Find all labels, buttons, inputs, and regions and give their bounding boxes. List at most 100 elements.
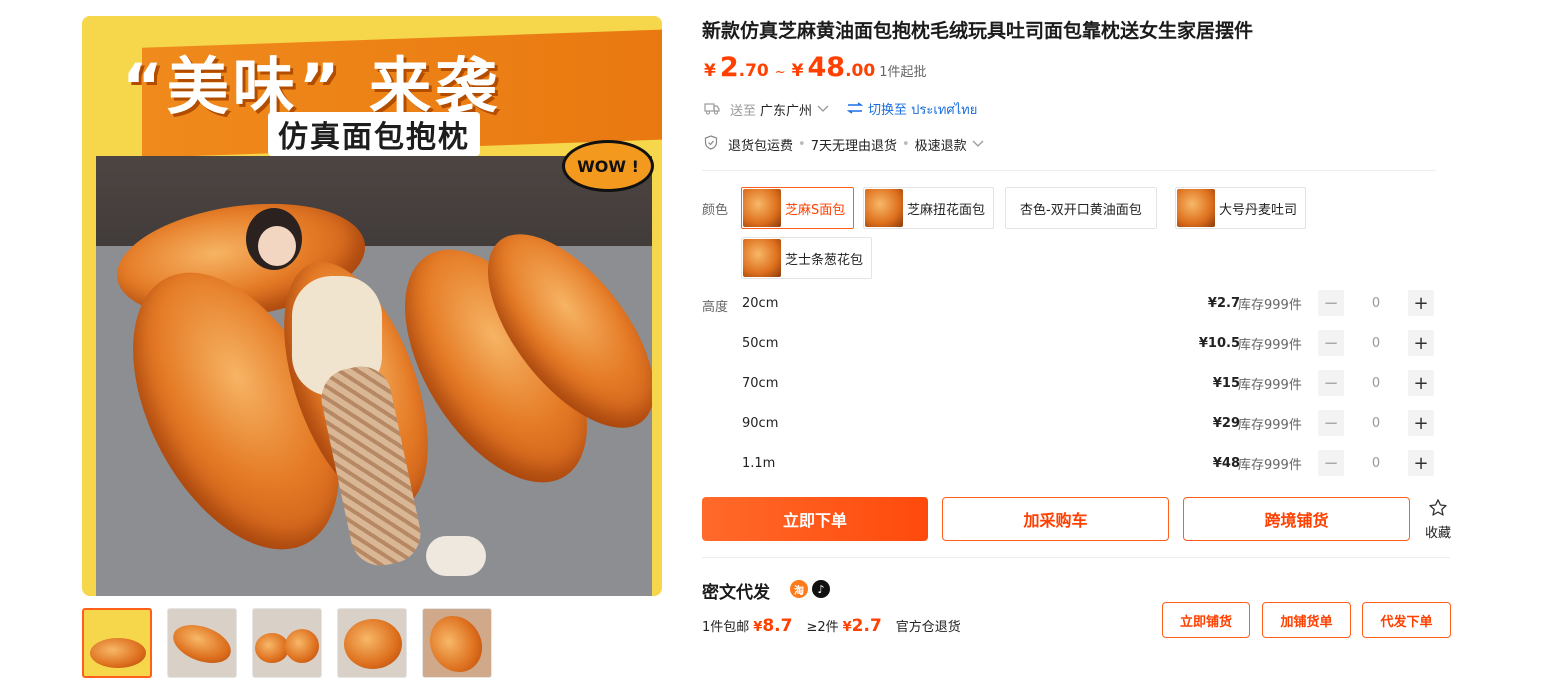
option-thumbnail [743, 189, 781, 227]
ship-location[interactable]: 广东广州 [760, 100, 812, 119]
price-range: ¥ 2 .70 ~ ¥ 48 .00 1件起批 [704, 52, 927, 83]
service-item: 退货包运费 [728, 139, 794, 154]
buy-now-button[interactable]: 立即下单 [702, 497, 928, 541]
add-to-cart-button[interactable]: 加采购车 [942, 497, 1169, 541]
two-piece-label: ≥2件 [806, 620, 839, 635]
cross-border-button[interactable]: 跨境铺货 [1183, 497, 1410, 541]
favorite-button[interactable]: 收藏 [1420, 498, 1456, 541]
sku-row: 1.1m ¥48 库存999件 − 0 + [742, 450, 1436, 476]
quantity-input[interactable]: 0 [1344, 376, 1408, 391]
taobao-icon: 淘 [790, 580, 808, 598]
dropship-price-row: 1件包邮 ¥8.7 ≥2件 ¥2.7 官方仓退货 [702, 616, 961, 636]
price-max-dec: .00 [845, 61, 876, 81]
image-banner-subtitle: 仿真面包抱枕 [268, 112, 480, 156]
thumbnail-5[interactable] [422, 608, 492, 678]
sku-name: 50cm [742, 335, 779, 351]
option-thumbnail [743, 239, 781, 277]
product-photo-scene [96, 156, 652, 596]
service-row: 退货包运费 • 7天无理由退货 • 极速退款 [704, 135, 984, 154]
sku-stock: 库存999件 [1238, 417, 1302, 433]
minus-button[interactable]: − [1318, 370, 1344, 396]
quantity-stepper: − 0 + [1318, 290, 1434, 316]
thumbnail-1[interactable] [82, 608, 152, 678]
minus-button[interactable]: − [1318, 330, 1344, 356]
option-thumbnail [1177, 189, 1215, 227]
thumbnail-4[interactable] [337, 608, 407, 678]
sku-stock: 库存999件 [1238, 457, 1302, 473]
switch-country-link[interactable]: 切换至 ประเทศไทย [846, 99, 978, 120]
quantity-input[interactable]: 0 [1344, 296, 1408, 311]
plus-button[interactable]: + [1408, 450, 1434, 476]
plus-button[interactable]: + [1408, 330, 1434, 356]
switch-country-label: 切换至 ประเทศไทย [868, 103, 978, 118]
add-list-button[interactable]: 加铺货单 [1262, 602, 1351, 638]
color-option-3[interactable]: 杏色-双开口黄油面包 [1005, 187, 1157, 229]
quantity-stepper: − 0 + [1318, 330, 1434, 356]
douyin-icon: ♪ [812, 580, 830, 598]
dropship-order-button[interactable]: 代发下单 [1362, 602, 1451, 638]
sku-row: 50cm ¥10.5 库存999件 − 0 + [742, 330, 1436, 356]
quantity-stepper: − 0 + [1318, 370, 1434, 396]
currency-symbol: ¥ [704, 61, 716, 81]
min-order-qty: 1件起批 [879, 65, 927, 80]
chevron-down-icon[interactable] [972, 137, 984, 152]
truck-icon [704, 101, 720, 119]
quantity-input[interactable]: 0 [1344, 456, 1408, 471]
quantity-stepper: − 0 + [1318, 410, 1434, 436]
sku-row: 20cm ¥2.7 库存999件 − 0 + [742, 290, 1436, 316]
star-icon [1420, 498, 1456, 522]
product-title: 新款仿真芝麻黄油面包抱枕毛绒玩具吐司面包靠枕送女生家居摆件 [702, 20, 1254, 42]
two-piece-price: ¥2.7 [842, 616, 882, 636]
sku-name: 90cm [742, 415, 779, 431]
favorite-label: 收藏 [1424, 526, 1451, 541]
one-piece-label: 1件包邮 [702, 620, 750, 635]
sku-price: ¥10.5 [1198, 335, 1240, 351]
thumbnail-2[interactable] [167, 608, 237, 678]
wow-bubble: WOW ! [562, 140, 654, 192]
shipping-row: 送至 广东广州 切换至 ประเทศไทย [704, 99, 977, 120]
option-thumbnail [865, 189, 903, 227]
chevron-down-icon[interactable] [817, 102, 829, 117]
color-option-1[interactable]: 芝麻S面包 [741, 187, 855, 229]
price-min-dec: .70 [738, 61, 769, 81]
thumbnail-3[interactable] [252, 608, 322, 678]
height-label: 高度 [702, 300, 729, 315]
main-product-image[interactable]: “美味” 来袭 仿真面包抱枕 WOW ! [82, 16, 662, 596]
one-piece-price: ¥8.7 [753, 616, 793, 636]
service-item: 极速退款 [914, 139, 967, 154]
divider [702, 557, 1450, 558]
minus-button[interactable]: − [1318, 450, 1344, 476]
color-label: 颜色 [702, 203, 729, 218]
thumbnail-strip [82, 608, 492, 678]
plus-button[interactable]: + [1408, 370, 1434, 396]
sku-name: 70cm [742, 375, 779, 391]
sku-price: ¥15 [1212, 375, 1240, 391]
list-now-button[interactable]: 立即铺货 [1162, 602, 1250, 638]
ship-to-label: 送至 [730, 104, 757, 119]
plus-button[interactable]: + [1408, 290, 1434, 316]
price-max-int: 48 [807, 52, 846, 83]
color-option-2[interactable]: 芝麻扭花面包 [863, 187, 995, 229]
service-item: 7天无理由退货 [810, 139, 897, 154]
swap-icon [846, 101, 864, 118]
sku-stock: 库存999件 [1238, 377, 1302, 393]
sku-name: 1.1m [742, 455, 776, 471]
sku-stock: 库存999件 [1238, 297, 1302, 313]
plus-button[interactable]: + [1408, 410, 1434, 436]
sku-row: 70cm ¥15 库存999件 − 0 + [742, 370, 1436, 396]
currency-symbol: ¥ [791, 61, 804, 81]
sku-price: ¥29 [1212, 415, 1240, 431]
return-label: 官方仓退货 [895, 620, 961, 635]
color-option-5[interactable]: 芝士条葱花包 [741, 237, 873, 279]
minus-button[interactable]: − [1318, 290, 1344, 316]
quantity-input[interactable]: 0 [1344, 416, 1408, 431]
color-option-4[interactable]: 大号丹麦吐司 [1175, 187, 1307, 229]
sku-stock: 库存999件 [1238, 337, 1302, 353]
price-min-int: 2 [719, 52, 739, 83]
price-separator: ~ [774, 65, 786, 80]
minus-button[interactable]: − [1318, 410, 1344, 436]
sku-name: 20cm [742, 295, 779, 311]
dropship-title: 密文代发 [702, 583, 770, 603]
quantity-input[interactable]: 0 [1344, 336, 1408, 351]
shield-icon [704, 135, 718, 154]
